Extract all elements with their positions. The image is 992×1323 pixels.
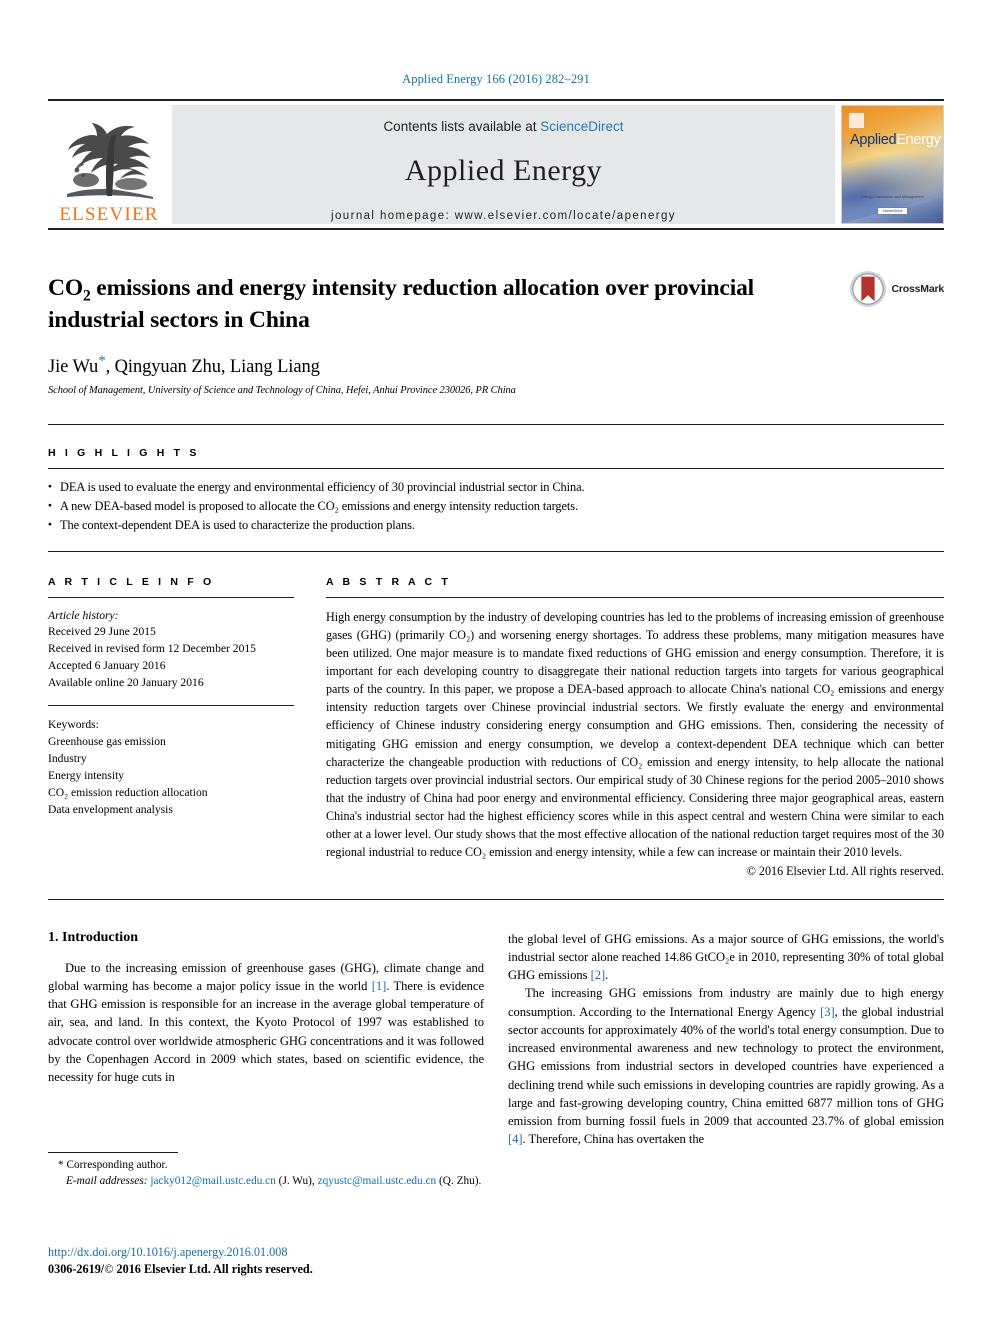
body-columns: 1. Introduction Due to the increasing em… [48,930,944,1149]
cover-elsevier-mark-icon [849,113,864,128]
keywords-block: Keywords: Greenhouse gas emission Indust… [48,706,294,818]
cover-footer-line: Energy Conversion and Management [861,195,924,199]
list-item: A new DEA-based model is proposed to all… [48,497,944,516]
intro-right2-text-b: , the global industrial sector accounts … [508,1004,945,1129]
journal-homepage[interactable]: journal homepage: www.elsevier.com/locat… [331,210,676,222]
crossmark-badge[interactable]: CrossMark [849,270,944,308]
journal-title: Applied Energy [404,154,603,187]
intro-left-text-b: . There is evidence that GHG emission is… [48,978,484,1084]
copyright-text: 2016 Elsevier Ltd. All rights reserved. [113,1262,313,1277]
email-owner-1: (J. Wu), [275,1175,318,1188]
citation-ref-4[interactable]: [4] [508,1132,523,1146]
crossmark-label: CrossMark [891,283,945,295]
intro-right-text-a: the global level of GHG emissions. As a … [508,931,944,983]
title-line1: emissions and energy intensity reduction… [90,275,755,301]
article-info-label: A R T I C L E I N F O [48,575,215,588]
cover-title: AppliedEnergy [850,132,941,148]
title-line2: industrial sectors in China [48,307,310,334]
email-label: E-mail addresses: [66,1175,148,1188]
masthead-center: Contents lists available at ScienceDirec… [172,105,835,224]
highlights-list: DEA is used to evaluate the energy and e… [48,469,944,535]
footer-doi-block: http://dx.doi.org/10.1016/j.apenergy.201… [48,1244,508,1278]
cover-title-energy: Energy [896,132,941,148]
intro-right-text-b: . [605,968,609,982]
cover-footer-badge: ScienceDirect [876,207,909,215]
affiliation: School of Management, University of Scie… [48,385,516,396]
cover-title-applied: Applied [850,132,897,148]
intro-paragraph-right-1: the global level of GHG emissions. As a … [508,930,944,985]
keyword-item: CO₂ emission reduction allocation [48,786,208,800]
cover-footer: Energy Conversion and Management Science… [842,195,943,217]
divider-below-highlights [48,550,944,552]
list-item: The context-dependent DEA is used to cha… [48,516,944,535]
keyword-item: Industry [48,752,87,766]
keyword-item: Greenhouse gas emission [48,735,166,749]
divider-below-abstract [48,898,944,900]
contents-available-line: Contents lists available at ScienceDirec… [383,119,623,134]
journal-masthead: ELSEVIER Contents lists available at Sci… [48,99,944,230]
list-item: DEA is used to evaluate the energy and e… [48,478,944,497]
citation-ref-1[interactable]: [1] [372,979,387,993]
title-co2-prefix: CO [48,275,83,301]
abstract-text: High energy consumption by the industry … [326,609,944,860]
keywords-label: Keywords: [48,718,99,732]
title-co2-subscript: 2 [82,287,91,305]
abstract-column: A B S T R A C T High energy consumption … [312,576,944,879]
author-list: Jie Wu*, Qingyuan Zhu, Liang Liang [48,353,944,378]
contents-prefix: Contents lists available at [383,119,541,134]
keyword-item: Data envelopment analysis [48,803,173,817]
page-title: CO2 emissions and energy intensity reduc… [48,274,818,336]
corresponding-author-text: Corresponding author. [63,1159,168,1171]
elsevier-tree-icon [61,118,157,204]
highlights-section: H I G H L I G H T S DEA is used to evalu… [48,447,944,535]
history-revised: Received in revised form 12 December 201… [48,642,256,656]
article-history-label: Article history: [48,608,119,622]
issn-copyright-line: 0306-2619/© 2016 Elsevier Ltd. All right… [48,1262,313,1276]
crossmark-icon [849,270,886,308]
journal-cover-image: AppliedEnergy Energy Conversion and Mana… [841,105,944,224]
history-accepted: Accepted 6 January 2016 [48,659,166,673]
issn-number: 0306-2619/ [48,1262,105,1277]
abstract-label: A B S T R A C T [326,575,451,588]
intro-paragraph-right-2: The increasing GHG emissions from indust… [508,984,944,1148]
intro-paragraph-left: Due to the increasing emission of greenh… [48,959,484,1087]
info-abstract-row: A R T I C L E I N F O Article history: R… [48,576,944,879]
history-received: Received 29 June 2015 [48,625,156,639]
divider-above-highlights [48,424,944,425]
corresponding-author-marker[interactable]: * [98,353,106,369]
history-online: Available online 20 January 2016 [48,676,204,690]
abstract-copyright: © 2016 Elsevier Ltd. All rights reserved… [746,863,944,878]
citation-ref-2[interactable]: [2] [591,968,606,982]
body-column-right: the global level of GHG emissions. As a … [508,930,944,1149]
email-link-2[interactable]: zqyustc@mail.ustc.edu.cn [318,1175,437,1187]
footnote-block: * Corresponding author. E-mail addresses… [48,1152,484,1189]
email-addresses-note: E-mail addresses: jacky012@mail.ustc.edu… [48,1173,484,1189]
body-column-left: 1. Introduction Due to the increasing em… [48,930,484,1149]
email-owner-2: (Q. Zhu). [439,1175,482,1188]
authors-remaining[interactable]: , Qingyuan Zhu, Liang Liang [106,357,320,377]
elsevier-logo: ELSEVIER [48,101,170,228]
running-head: Applied Energy 166 (2016) 282–291 [402,72,590,86]
keyword-item: Energy intensity [48,769,125,783]
highlights-label: H I G H L I G H T S [48,447,200,459]
intro-right2-text-c: . Therefore, China has overtaken the [522,1132,705,1147]
citation-ref-3[interactable]: [3] [820,1005,835,1019]
elsevier-wordmark: ELSEVIER [59,204,159,225]
paper-page: Applied Energy 166 (2016) 282–291 ELSEVI… [0,0,992,1323]
sciencedirect-link[interactable]: ScienceDirect [540,119,623,134]
doi-link[interactable]: http://dx.doi.org/10.1016/j.apenergy.201… [48,1244,508,1260]
footnote-rule [48,1152,178,1153]
author-first[interactable]: Jie Wu [48,357,98,377]
article-info-column: A R T I C L E I N F O Article history: R… [48,576,312,879]
corresponding-author-note: * Corresponding author. [48,1157,484,1173]
title-block: CrossMark CO2 emissions and energy inten… [48,270,944,396]
email-link-1[interactable]: jacky012@mail.ustc.edu.cn [150,1175,276,1187]
article-history: Article history: Received 29 June 2015 R… [48,598,294,693]
section-heading-introduction: 1. Introduction [48,929,138,945]
